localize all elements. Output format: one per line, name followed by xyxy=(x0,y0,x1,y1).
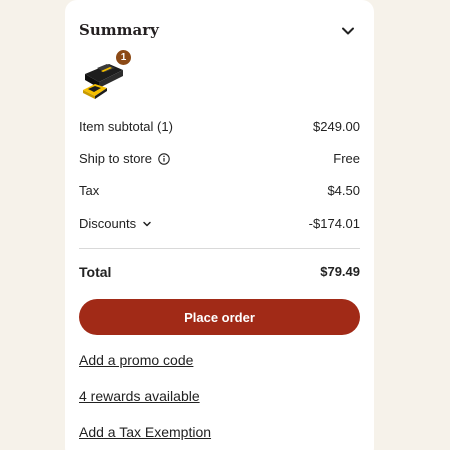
page: Summary 1 Item subtotal (1) $249.00 Ship… xyxy=(0,0,450,450)
chevron-down-icon[interactable] xyxy=(142,219,152,229)
order-summary-card: Summary 1 Item subtotal (1) $249.00 Ship… xyxy=(65,0,374,450)
item-subtotal-label: Item subtotal (1) xyxy=(79,119,173,134)
ship-to-store-value: Free xyxy=(333,151,360,166)
ship-to-store-label-group: Ship to store xyxy=(79,151,170,166)
tax-label: Tax xyxy=(79,183,100,198)
total-label: Total xyxy=(79,264,112,280)
discounts-value: -$174.01 xyxy=(308,216,360,231)
item-count-badge: 1 xyxy=(116,50,131,65)
ship-to-store-row: Ship to store Free xyxy=(79,151,360,171)
divider xyxy=(79,248,360,249)
chevron-down-icon xyxy=(342,27,354,35)
discounts-row[interactable]: Discounts -$174.01 xyxy=(79,216,360,236)
item-subtotal-value: $249.00 xyxy=(313,119,360,134)
place-order-button[interactable]: Place order xyxy=(79,299,360,335)
ship-to-store-label: Ship to store xyxy=(79,151,152,166)
info-icon[interactable] xyxy=(158,152,170,165)
summary-header: Summary xyxy=(79,19,360,43)
discounts-label: Discounts xyxy=(79,216,137,231)
tax-value: $4.50 xyxy=(327,183,360,198)
total-row: Total $79.49 xyxy=(79,264,360,284)
total-value: $79.49 xyxy=(320,264,360,279)
add-promo-code-link[interactable]: Add a promo code xyxy=(79,352,193,368)
tax-row: Tax $4.50 xyxy=(79,183,360,203)
item-subtotal-row: Item subtotal (1) $249.00 xyxy=(79,119,360,139)
add-tax-exemption-link[interactable]: Add a Tax Exemption xyxy=(79,424,211,440)
discounts-label-group[interactable]: Discounts xyxy=(79,216,152,231)
collapse-summary-button[interactable] xyxy=(336,19,360,43)
rewards-available-link[interactable]: 4 rewards available xyxy=(79,388,200,404)
summary-title: Summary xyxy=(79,21,159,39)
